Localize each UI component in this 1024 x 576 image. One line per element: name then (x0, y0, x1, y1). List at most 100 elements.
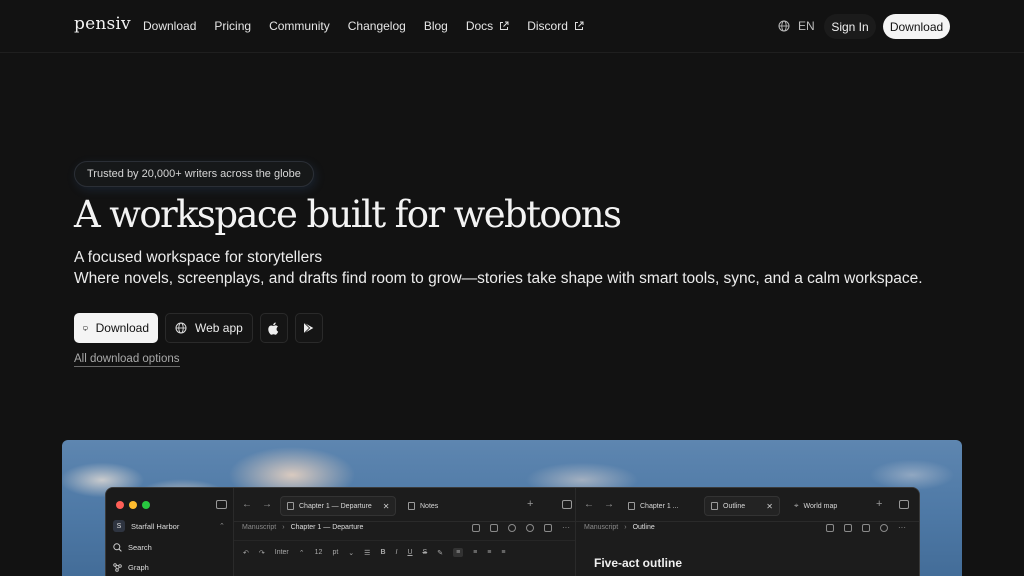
tab-label: World map (803, 502, 838, 510)
monitor-icon (83, 325, 88, 331)
breadcrumb-item[interactable]: Outline (633, 524, 655, 531)
nav-link-changelog[interactable]: Changelog (348, 19, 406, 33)
apple-download-button[interactable] (259, 313, 288, 343)
sidebar-item-label: Search (128, 543, 152, 552)
font-size-unit: pt (332, 549, 339, 556)
close-dot-icon[interactable] (116, 501, 124, 509)
nav-link-discord[interactable]: Discord (527, 19, 584, 33)
close-tab-icon[interactable]: ✕ (383, 502, 390, 511)
sidebar-item-label: Graph (128, 563, 149, 572)
chevron-updown-icon[interactable]: ⌃ (219, 522, 225, 530)
outline-heading: Five-act outline (594, 556, 683, 570)
cta-buttons: Download Web app (74, 313, 323, 343)
logo[interactable]: pensiv (74, 14, 131, 34)
align-right-icon[interactable]: ≡ (487, 549, 491, 556)
sidebar-item-graph[interactable]: Graph (113, 563, 149, 572)
all-download-options-link[interactable]: All download options (74, 353, 180, 367)
nav-links: Download Pricing Community Changelog Blo… (143, 19, 584, 33)
external-link-icon (500, 21, 509, 30)
history-icon[interactable] (880, 524, 888, 532)
top-nav: pensiv Download Pricing Community Change… (0, 0, 1024, 53)
undo-icon[interactable]: ↶ (243, 549, 249, 557)
align-justify-icon[interactable]: ≡ (501, 549, 505, 556)
chevron-updown-icon[interactable]: ⌃ (299, 549, 305, 557)
font-size-select[interactable]: 12 (315, 549, 323, 556)
close-tab-icon[interactable]: ✕ (766, 502, 773, 511)
sidebar-item-search[interactable]: Search (113, 543, 152, 552)
download-button[interactable]: Download (74, 313, 158, 343)
highlight-icon[interactable]: ✎ (437, 549, 443, 557)
tab-world-map[interactable]: ⌖ World map (788, 496, 843, 516)
underline-icon[interactable]: U (407, 549, 412, 556)
tab-notes[interactable]: Notes (402, 496, 444, 516)
forward-arrow-icon[interactable]: → (604, 499, 614, 510)
new-tab-icon[interactable]: + (876, 498, 882, 510)
workspace-avatar: S (113, 520, 125, 532)
google-play-button[interactable] (294, 313, 323, 343)
nav-link-download[interactable]: Download (143, 19, 196, 33)
nav-link-community[interactable]: Community (269, 19, 330, 33)
tab-label: Notes (420, 502, 439, 510)
hero-description: Where novels, screenplays, and drafts fi… (74, 270, 923, 287)
italic-icon[interactable]: I (396, 549, 398, 556)
sparkle-icon[interactable] (490, 524, 498, 532)
breadcrumb: Manuscript › Outline (584, 524, 655, 531)
web-app-button[interactable]: Web app (165, 313, 253, 343)
split-view-icon[interactable] (562, 500, 572, 509)
list-style-icon[interactable]: ☰ (364, 549, 370, 557)
minimize-dot-icon[interactable] (129, 501, 137, 509)
breadcrumb: Manuscript › Chapter 1 — Departure (242, 524, 363, 531)
chevron-down-icon[interactable]: ⌄ (348, 549, 354, 557)
font-select[interactable]: Inter (275, 549, 289, 556)
tab-outline[interactable]: Outline ✕ (704, 496, 780, 516)
split-view-icon[interactable] (899, 500, 909, 509)
redo-icon[interactable]: ↷ (259, 549, 265, 557)
focus-icon[interactable] (544, 524, 552, 532)
language-selector[interactable]: EN (778, 19, 815, 33)
nav-link-blog[interactable]: Blog (424, 19, 448, 33)
web-app-button-label: Web app (195, 321, 243, 335)
settings-sliders-icon[interactable] (826, 524, 834, 532)
back-arrow-icon[interactable]: ← (242, 499, 252, 510)
language-label: EN (798, 19, 815, 33)
more-icon[interactable]: ··· (562, 524, 570, 532)
tab-label: Outline (723, 502, 746, 510)
comment-icon[interactable] (508, 524, 516, 532)
external-link-icon (574, 21, 584, 30)
app-sidebar: S Starfall Harbor ⌃ Search Graph (106, 488, 234, 576)
document-icon (287, 502, 294, 510)
breadcrumb-item[interactable]: Manuscript (242, 524, 276, 531)
workspace-switcher[interactable]: S Starfall Harbor (113, 520, 179, 532)
bold-icon[interactable]: B (380, 549, 385, 556)
new-tab-icon[interactable]: + (527, 498, 533, 510)
more-icon[interactable]: ··· (898, 524, 906, 532)
chevron-right-icon: › (624, 524, 627, 531)
search-icon (113, 543, 122, 552)
sign-in-button[interactable]: Sign In (824, 14, 876, 39)
editor-toolbar: ··· (472, 524, 570, 532)
tab-label: Chapter 1 — Departure (299, 502, 372, 510)
nav-download-button[interactable]: Download (883, 14, 950, 39)
history-icon[interactable] (526, 524, 534, 532)
file-icon[interactable] (844, 524, 852, 532)
workspace-name: Starfall Harbor (131, 521, 180, 531)
align-left-icon[interactable]: ≡ (453, 548, 464, 557)
graph-icon (113, 563, 122, 572)
sidebar-toggle-icon[interactable] (216, 500, 227, 509)
strikethrough-icon[interactable]: S (423, 549, 428, 556)
align-center-icon[interactable]: ≡ (473, 549, 477, 556)
file-icon[interactable] (472, 524, 480, 532)
forward-arrow-icon[interactable]: → (262, 499, 272, 510)
back-arrow-icon[interactable]: ← (584, 499, 594, 510)
breadcrumb-item[interactable]: Chapter 1 — Departure (291, 524, 364, 531)
sparkle-icon[interactable] (862, 524, 870, 532)
tab-chapter-1[interactable]: Chapter 1 ... (622, 496, 685, 516)
breadcrumb-item[interactable]: Manuscript (584, 524, 618, 531)
nav-link-docs[interactable]: Docs (466, 19, 509, 33)
editor-toolbar: ··· (826, 524, 906, 532)
document-icon (628, 502, 635, 510)
app-preview-window: S Starfall Harbor ⌃ Search Graph ← → Cha… (105, 487, 920, 576)
tab-chapter-1[interactable]: Chapter 1 — Departure ✕ (280, 496, 397, 516)
nav-link-pricing[interactable]: Pricing (214, 19, 251, 33)
maximize-dot-icon[interactable] (142, 501, 150, 509)
